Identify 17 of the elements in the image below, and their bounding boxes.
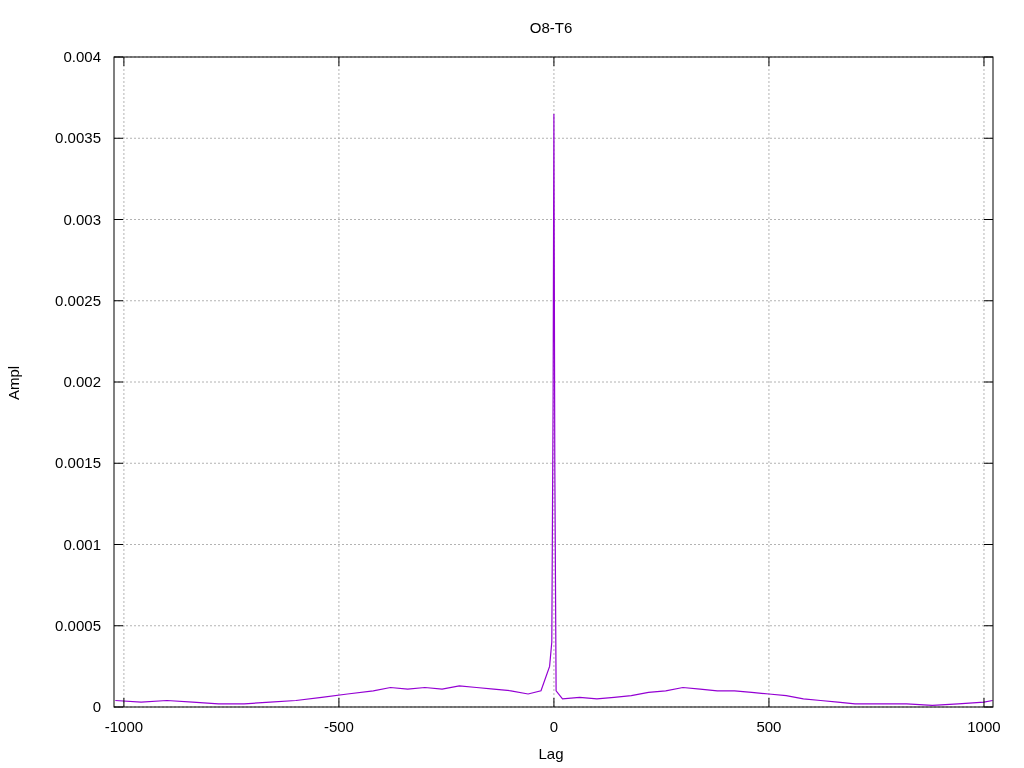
- axis-label: Ampl: [5, 365, 22, 401]
- tick-label: 0.0015: [55, 454, 101, 472]
- tick-label: 0.0005: [55, 616, 101, 634]
- tick-label: -1000: [104, 718, 144, 735]
- tick-label: 0.001: [63, 535, 101, 553]
- tick-label: 0: [92, 698, 101, 715]
- tick-label: -500: [323, 718, 354, 735]
- tick-label: 0.0025: [55, 291, 101, 309]
- tick-label: 1000: [967, 718, 1001, 735]
- chart-title: O8-T6: [529, 19, 573, 36]
- tick-label: 0.0035: [55, 129, 101, 147]
- tick-label: 0.003: [63, 210, 101, 228]
- axis-label: Lag: [538, 745, 564, 762]
- tick-label: 0: [549, 718, 559, 735]
- tick-label: 0.004: [63, 48, 101, 65]
- tick-label: 500: [756, 718, 782, 735]
- tick-label: 0.002: [63, 373, 101, 390]
